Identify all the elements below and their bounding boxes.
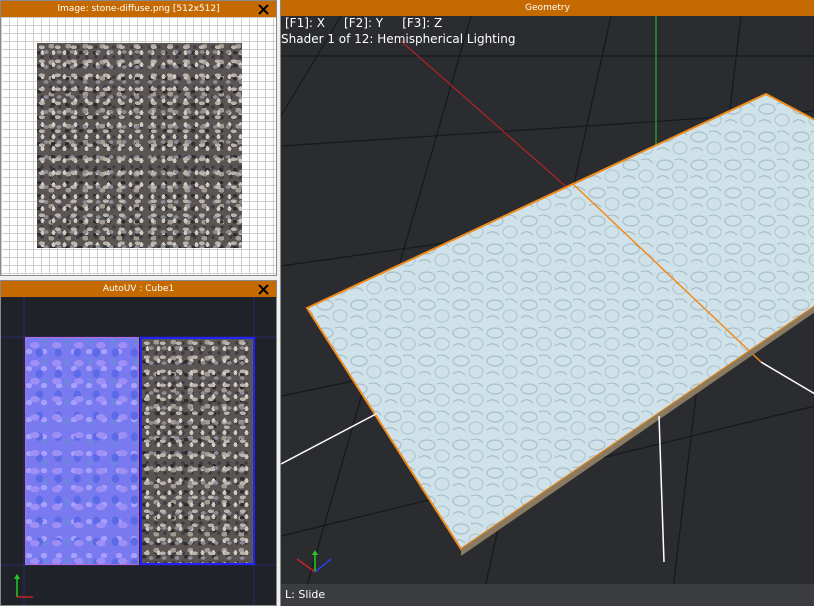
stone-diffuse-texture [37,43,242,248]
image-canvas[interactable] [1,17,276,275]
image-viewer-panel: Image: stone-diffuse.png [512x512] [0,0,277,276]
geometry-titlebar[interactable]: Geometry [281,0,814,16]
status-bar: L: Slide [281,584,814,606]
axis-shortcut-keys: [F1]: X [F2]: Y [F3]: Z [285,16,443,30]
white-axis-right [760,361,814,395]
geometry-viewport[interactable]: [F1]: X [F2]: Y [F3]: Z Shader 1 of 12: … [281,16,814,606]
white-axis-down [658,415,665,563]
geometry-panel: Geometry [F1]: X [F2]: Y [F3]: Z Shader … [280,0,814,606]
uv-normal-map-island[interactable] [25,337,139,565]
geometry-title: Geometry [525,3,570,13]
uv-diffuse-island[interactable] [140,337,255,565]
uv-panel-title: AutoUV : Cube1 [102,284,175,294]
close-icon[interactable] [256,2,270,16]
status-text: L: Slide [285,588,326,601]
uv-canvas[interactable] [1,297,276,605]
image-panel-titlebar[interactable]: Image: stone-diffuse.png [512x512] [1,1,276,17]
uv-axis-gizmo [14,574,33,598]
image-panel-title: Image: stone-diffuse.png [512x512] [57,4,220,14]
close-icon[interactable] [256,282,270,296]
uv-panel-titlebar[interactable]: AutoUV : Cube1 [1,281,276,297]
autouv-panel: AutoUV : Cube1 [0,280,277,606]
white-axis-left [281,413,377,465]
shader-info: Shader 1 of 12: Hemispherical Lighting [281,32,516,46]
viewport-scene [281,16,814,606]
